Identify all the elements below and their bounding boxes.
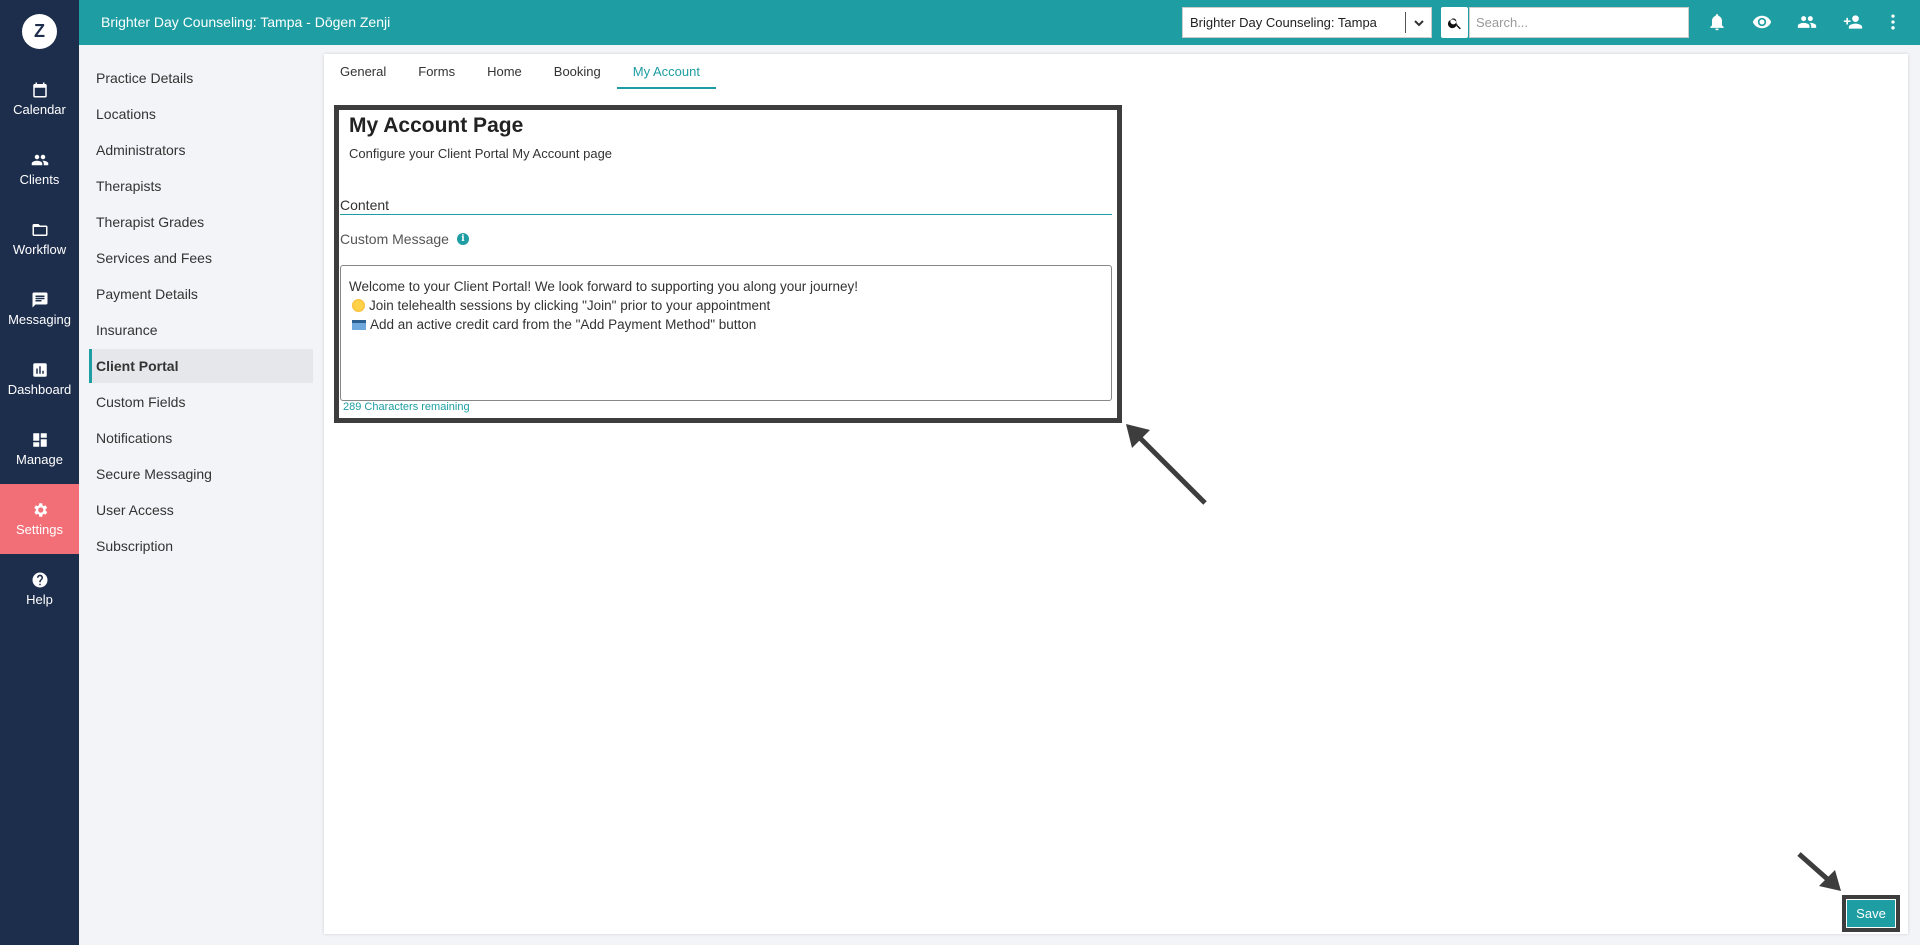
sidebar-item-custom-fields[interactable]: Custom Fields bbox=[89, 385, 313, 419]
annotation-arrow-icon bbox=[1797, 852, 1841, 891]
sidebar-item-notifications[interactable]: Notifications bbox=[89, 421, 313, 455]
practice-title: Brighter Day Counseling: Tampa - Dōgen Z… bbox=[101, 14, 391, 30]
content-section-label: Content bbox=[340, 197, 1112, 215]
rail-label: Workflow bbox=[12, 242, 67, 257]
custom-message-label-text: Custom Message bbox=[340, 231, 449, 247]
folder-icon bbox=[32, 224, 47, 236]
sidebar-item-secure-messaging[interactable]: Secure Messaging bbox=[89, 457, 313, 491]
nav-rail: Z Calendar Clients Workflow Messaging Da… bbox=[0, 0, 79, 945]
preview-button[interactable] bbox=[1751, 11, 1773, 33]
rail-label: Dashboard bbox=[7, 382, 72, 397]
more-menu-button[interactable] bbox=[1882, 11, 1904, 33]
users-icon bbox=[1797, 16, 1817, 28]
chevron-down-icon[interactable] bbox=[1405, 12, 1431, 33]
sidebar-item-practice-details[interactable]: Practice Details bbox=[89, 61, 313, 95]
sidebar-item-administrators[interactable]: Administrators bbox=[89, 133, 313, 167]
message-line: Add an active credit card from the "Add … bbox=[349, 315, 1103, 334]
credit-card-emoji-icon bbox=[352, 319, 366, 330]
location-select-value: Brighter Day Counseling: Tampa bbox=[1190, 15, 1377, 30]
message-line: Welcome to your Client Portal! We look f… bbox=[349, 279, 859, 294]
page-title: My Account Page bbox=[349, 114, 524, 137]
rail-item-manage[interactable]: Manage bbox=[0, 414, 79, 484]
clients-button[interactable] bbox=[1796, 11, 1818, 33]
rail-item-clients[interactable]: Clients bbox=[0, 134, 79, 204]
sidebar-item-services-and-fees[interactable]: Services and Fees bbox=[89, 241, 313, 275]
rail-label: Messaging bbox=[8, 312, 71, 327]
search-button[interactable] bbox=[1441, 7, 1468, 38]
more-vertical-icon bbox=[1891, 14, 1895, 30]
add-client-button[interactable] bbox=[1842, 11, 1864, 33]
app-logo[interactable]: Z bbox=[22, 14, 57, 49]
sidebar-item-user-access[interactable]: User Access bbox=[89, 493, 313, 527]
add-user-icon bbox=[1843, 15, 1863, 29]
rail-item-messaging[interactable]: Messaging bbox=[0, 274, 79, 344]
clients-icon bbox=[31, 154, 48, 166]
sidebar-item-therapist-grades[interactable]: Therapist Grades bbox=[89, 205, 313, 239]
rail-label: Manage bbox=[16, 452, 63, 467]
tab-general[interactable]: General bbox=[324, 54, 402, 89]
calendar-icon bbox=[32, 82, 47, 98]
sidebar-item-locations[interactable]: Locations bbox=[89, 97, 313, 131]
notifications-button[interactable] bbox=[1706, 11, 1728, 33]
sidebar-item-insurance[interactable]: Insurance bbox=[89, 313, 313, 347]
gear-icon bbox=[33, 503, 47, 517]
rail-item-calendar[interactable]: Calendar bbox=[0, 64, 79, 134]
rail-item-dashboard[interactable]: Dashboard bbox=[0, 344, 79, 414]
rail-item-help[interactable]: Help bbox=[0, 554, 79, 624]
sidebar-item-therapists[interactable]: Therapists bbox=[89, 169, 313, 203]
tab-my-account[interactable]: My Account bbox=[616, 54, 716, 89]
tab-forms[interactable]: Forms bbox=[402, 54, 471, 89]
sidebar-item-subscription[interactable]: Subscription bbox=[89, 529, 313, 563]
tab-bar: General Forms Home Booking My Account bbox=[324, 54, 716, 89]
annotation-arrow-icon bbox=[1126, 424, 1207, 505]
location-select[interactable]: Brighter Day Counseling: Tampa bbox=[1182, 7, 1432, 38]
custom-message-label: Custom Message i bbox=[340, 231, 469, 247]
rail-item-settings[interactable]: Settings bbox=[0, 484, 79, 554]
main-panel: General Forms Home Booking My Account My… bbox=[324, 54, 1908, 934]
tab-home[interactable]: Home bbox=[471, 54, 538, 89]
sidebar-item-payment-details[interactable]: Payment Details bbox=[89, 277, 313, 311]
top-bar: Brighter Day Counseling: Tampa - Dōgen Z… bbox=[79, 0, 1920, 45]
settings-sidebar: Practice Details Locations Administrator… bbox=[79, 45, 320, 945]
custom-message-textarea[interactable]: Welcome to your Client Portal! We look f… bbox=[340, 265, 1112, 401]
bell-icon bbox=[1710, 14, 1724, 31]
sun-emoji-icon bbox=[352, 299, 365, 312]
grid-icon bbox=[32, 433, 47, 447]
characters-remaining: 289 Characters remaining bbox=[343, 401, 470, 413]
help-icon bbox=[32, 572, 47, 588]
rail-label: Calendar bbox=[13, 102, 66, 117]
page-subtitle: Configure your Client Portal My Account … bbox=[349, 146, 613, 161]
save-button[interactable]: Save bbox=[1847, 900, 1895, 927]
rail-label: Clients bbox=[19, 172, 60, 187]
message-line: Join telehealth sessions by clicking "Jo… bbox=[349, 296, 1103, 315]
search-input[interactable] bbox=[1469, 7, 1689, 38]
sidebar-item-client-portal[interactable]: Client Portal bbox=[89, 349, 313, 383]
rail-item-workflow[interactable]: Workflow bbox=[0, 204, 79, 274]
info-icon[interactable]: i bbox=[456, 233, 469, 245]
annotation-highlight-box: My Account Page Configure your Client Po… bbox=[334, 105, 1122, 423]
tab-booking[interactable]: Booking bbox=[538, 54, 617, 89]
rail-label: Settings bbox=[16, 522, 63, 537]
search-icon bbox=[1447, 17, 1461, 29]
rail-label: Help bbox=[26, 592, 53, 607]
eye-icon bbox=[1752, 15, 1772, 29]
message-icon bbox=[32, 292, 47, 308]
chart-icon bbox=[32, 363, 47, 377]
